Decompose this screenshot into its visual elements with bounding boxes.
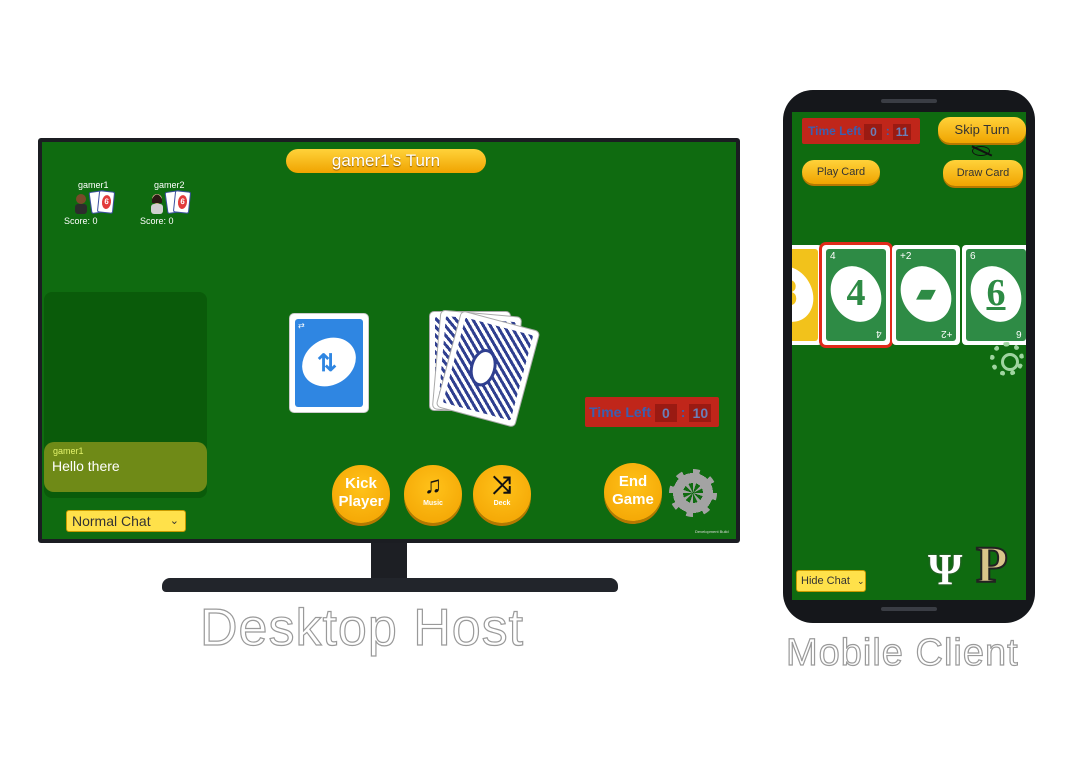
mobile-caption: Mobile Client (785, 631, 1019, 674)
player-name: gamer1 (78, 180, 109, 190)
card-value: 4 (846, 272, 866, 314)
hand-card[interactable]: 6 6 6 (962, 245, 1026, 345)
card-corner: +2 (900, 251, 912, 262)
settings-gear-icon[interactable] (666, 466, 720, 520)
development-build-label: Development Build (695, 529, 729, 534)
hide-chat-dropdown[interactable]: Hide Chat ⌄ (796, 570, 866, 592)
turn-timer: Time Left 0 : 10 (585, 397, 719, 427)
timer-label: Time Left (589, 404, 651, 420)
music-label: Music (423, 500, 443, 507)
skip-turn-button[interactable]: Skip Turn (938, 117, 1026, 143)
timer-minutes: 0 (654, 404, 677, 423)
hand-count: 6 (101, 194, 112, 210)
chat-text: Hello there (52, 458, 120, 474)
player-score: Score: 0 (140, 216, 174, 226)
hand-count-card: 6 (96, 190, 116, 214)
reverse-corner-icon: ⇄ (298, 321, 305, 330)
phone-home-bar (881, 607, 937, 611)
chat-message: gamer1 Hello there (44, 442, 207, 492)
iu-logo: Ψ (928, 545, 963, 594)
card-value: 8 (792, 271, 818, 315)
timer-label: Time Left (808, 124, 862, 138)
settings-gear-icon[interactable] (990, 342, 1024, 376)
reverse-icon: ⇅ (317, 350, 338, 377)
hand-card[interactable]: 8 (792, 245, 822, 345)
purdue-logo: P (975, 536, 1009, 595)
monitor-stand-neck (371, 543, 407, 583)
deck-shuffle-button[interactable]: ⤨ Deck (473, 465, 531, 523)
hand-count: 6 (177, 194, 188, 210)
shuffle-icon: ⤨ (492, 472, 512, 499)
card-corner: +2 (940, 328, 952, 339)
kick-label-line2: Player (338, 493, 384, 510)
chevron-down-icon: ⌄ (856, 576, 865, 586)
deck-label: Deck (493, 500, 511, 507)
draw-card-button[interactable]: Draw Card (943, 160, 1023, 186)
kick-label-line1: Kick (345, 475, 377, 492)
monitor-stand-base (162, 578, 618, 592)
draw-two-icon: ▰ (916, 281, 936, 307)
card-corner: 4 (830, 251, 836, 262)
timer-seconds: 10 (689, 404, 712, 423)
phone-speaker (881, 99, 937, 103)
chat-sender: gamer1 (53, 446, 84, 456)
mobile-phone: Time Left 0 : 11 Skip Turn Play Card Dra… (783, 90, 1035, 623)
chat-mode-value: Normal Chat (72, 513, 151, 529)
turn-banner: gamer1's Turn (286, 149, 486, 173)
stage: gamer1's Turn gamer1 6 Score: 0 gamer2 6… (0, 0, 1080, 757)
hand-count-card: 6 (172, 190, 192, 214)
card-value: 6 (986, 272, 1006, 314)
end-label-line1: End (618, 473, 648, 490)
kick-player-button[interactable]: Kick Player (332, 465, 390, 523)
chat-mode-dropdown[interactable]: Normal Chat ⌄ (66, 510, 186, 532)
player-score: Score: 0 (64, 216, 98, 226)
mobile-game-screen: Time Left 0 : 11 Skip Turn Play Card Dra… (792, 112, 1026, 600)
timer-seconds: 11 (893, 123, 912, 140)
card-corner: 6 (1016, 328, 1022, 339)
card-corner: 4 (876, 328, 882, 339)
desktop-monitor: gamer1's Turn gamer1 6 Score: 0 gamer2 6… (38, 138, 740, 543)
player-gamer1: gamer1 6 Score: 0 (52, 180, 122, 230)
desktop-game-table: gamer1's Turn gamer1 6 Score: 0 gamer2 6… (42, 142, 736, 539)
player-gamer2: gamer2 6 Score: 0 (128, 180, 198, 230)
music-note-icon: ♫ (424, 472, 442, 499)
player-name: gamer2 (154, 180, 185, 190)
hand-card[interactable]: +2 ▰ +2 (892, 245, 960, 345)
mobile-turn-timer: Time Left 0 : 11 (802, 118, 920, 144)
discard-pile-card: ⇄ ⇅ (290, 314, 368, 412)
eye-hidden-icon[interactable] (972, 146, 990, 156)
timer-minutes: 0 (864, 123, 883, 140)
card-corner: 6 (970, 251, 976, 262)
desktop-caption: Desktop Host (199, 598, 525, 657)
play-card-button[interactable]: Play Card (802, 160, 880, 184)
avatar-icon (75, 194, 87, 214)
end-label-line2: Game (612, 491, 654, 508)
music-button[interactable]: ♫ Music (404, 465, 462, 523)
hide-chat-label: Hide Chat (801, 575, 850, 587)
hand-card-selected[interactable]: 4 4 4 (822, 245, 890, 345)
avatar-icon (151, 194, 163, 214)
end-game-button[interactable]: End Game (604, 463, 662, 521)
chevron-down-icon: ⌄ (169, 515, 179, 527)
